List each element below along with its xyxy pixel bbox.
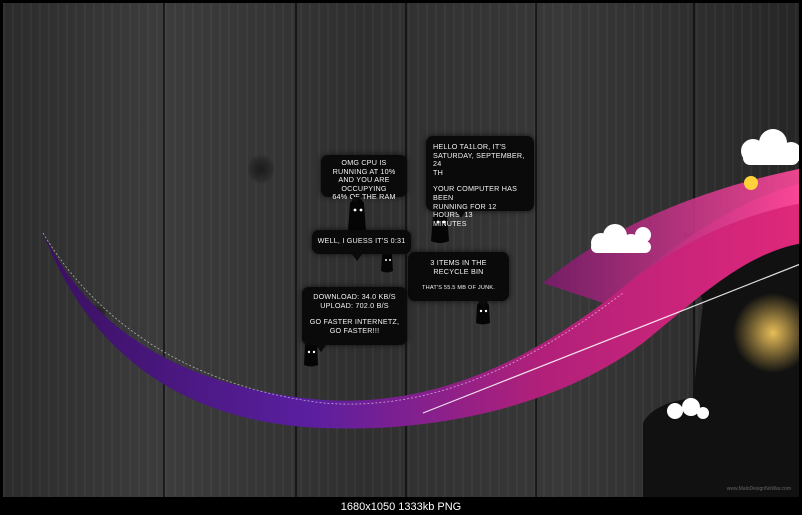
greeting-bubble: HELLO TA1LOR, IT'S SATURDAY, SEPTEMBER, … xyxy=(426,136,534,228)
desktop-wallpaper: OMG CPU IS RUNNING AT 10% AND YOU ARE OC… xyxy=(3,3,799,497)
yellow-flower xyxy=(744,176,758,190)
uptime-text: YOUR COMPUTER HAS BEEN RUNNING FOR 12 HO… xyxy=(433,184,518,228)
image-info-text: 1680x1050 1333kb PNG xyxy=(340,501,462,513)
time-text: WELL, I GUESS IT'S 0:31 xyxy=(317,236,406,245)
image-info-bar: 1680x1050 1333kb PNG xyxy=(0,499,802,515)
cpu-ram-text: OMG CPU IS RUNNING AT 10% AND YOU ARE OC… xyxy=(332,158,396,202)
greeting-date-text: HELLO TA1LOR, IT'S SATURDAY, SEPTEMBER, … xyxy=(433,142,525,177)
recycle-junk-text: THAT'S 55.5 MB OF JUNK. xyxy=(421,285,495,292)
watermark-text: www.MaloDesignNoWar.com xyxy=(726,486,791,492)
image-viewer-frame: OMG CPU IS RUNNING AT 10% AND YOU ARE OC… xyxy=(0,0,802,515)
network-bubble: DOWNLOAD: 34.0 KB/S UPLOAD: 702.0 B/S GO… xyxy=(302,287,407,352)
network-speeds-text: DOWNLOAD: 34.0 KB/S UPLOAD: 702.0 B/S xyxy=(313,292,396,310)
recycle-items-text: 3 ITEMS IN THE RECYCLE BIN xyxy=(430,258,487,276)
cpu-ram-bubble: OMG CPU IS RUNNING AT 10% AND YOU ARE OC… xyxy=(321,155,407,204)
ghost-character xyxy=(381,251,393,273)
time-bubble: WELL, I GUESS IT'S 0:31 xyxy=(312,230,411,261)
recycle-bin-bubble: 3 ITEMS IN THE RECYCLE BIN THAT'S 55.5 M… xyxy=(408,252,509,308)
network-message-text: GO FASTER INTERNETZ, GO FASTER!!! xyxy=(309,317,400,335)
